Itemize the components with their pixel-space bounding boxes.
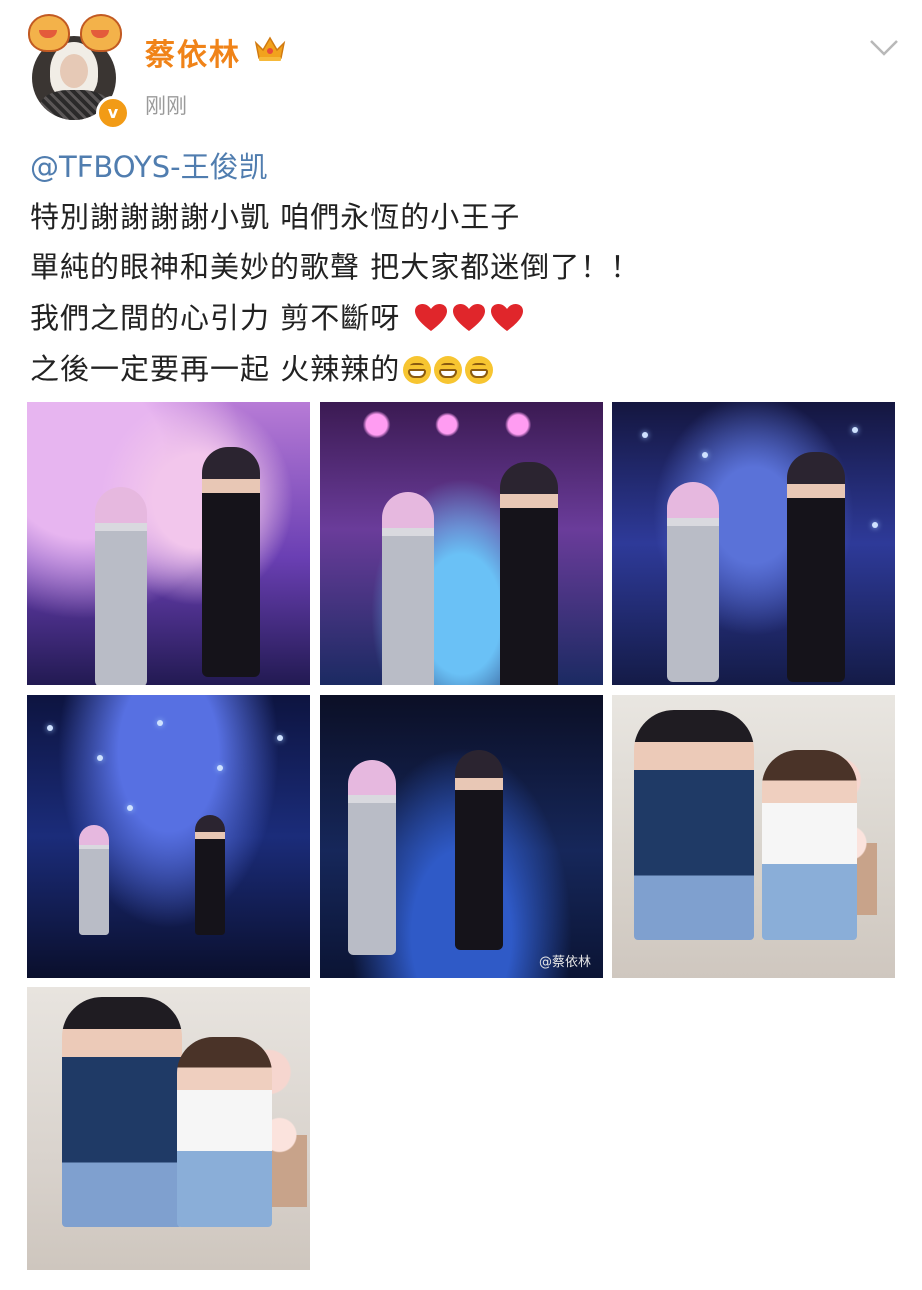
weibo-post: v 蔡依林 刚刚 @TFBOYS-王俊凯 特別謝謝謝謝小凱 咱們永恆的小王子 單… [0, 0, 922, 1290]
avatar[interactable]: v [22, 14, 130, 130]
grin-emoji [465, 356, 494, 384]
post-photo[interactable]: @蔡依林 [320, 695, 603, 978]
post-text-line: 單純的眼神和美妙的歌聲 把大家都迷倒了！！ [30, 250, 641, 284]
heart-emoji [415, 304, 448, 331]
avatar-ox-decoration-icon [28, 14, 70, 52]
post-photo[interactable] [27, 695, 310, 978]
post-photo[interactable] [320, 402, 603, 685]
post-text-line: 特別謝謝謝謝小凱 咱們永恆的小王子 [30, 200, 521, 234]
post-photo[interactable] [27, 987, 310, 1270]
post-text-line: 之後一定要再一起 火辣辣的 [30, 346, 494, 388]
mention-link[interactable]: @TFBOYS-王俊凯 [30, 144, 268, 186]
watermark: @蔡依林 [538, 955, 591, 970]
chevron-down-icon[interactable] [868, 38, 900, 58]
post-timestamp: 刚刚 [145, 94, 187, 118]
verified-badge-icon: v [96, 96, 130, 130]
post-photo[interactable] [612, 695, 895, 978]
heart-emoji [453, 304, 486, 331]
post-photo[interactable] [612, 402, 895, 685]
avatar-ox-decoration-icon [80, 14, 122, 52]
post-photo[interactable] [27, 402, 310, 685]
grin-emoji [403, 356, 432, 384]
grin-emoji [434, 356, 463, 384]
crown-icon [254, 36, 286, 61]
post-text-line: 我們之間的心引力 剪不斷呀 [30, 295, 524, 337]
username[interactable]: 蔡依林 [145, 30, 241, 74]
heart-emoji [491, 304, 524, 331]
